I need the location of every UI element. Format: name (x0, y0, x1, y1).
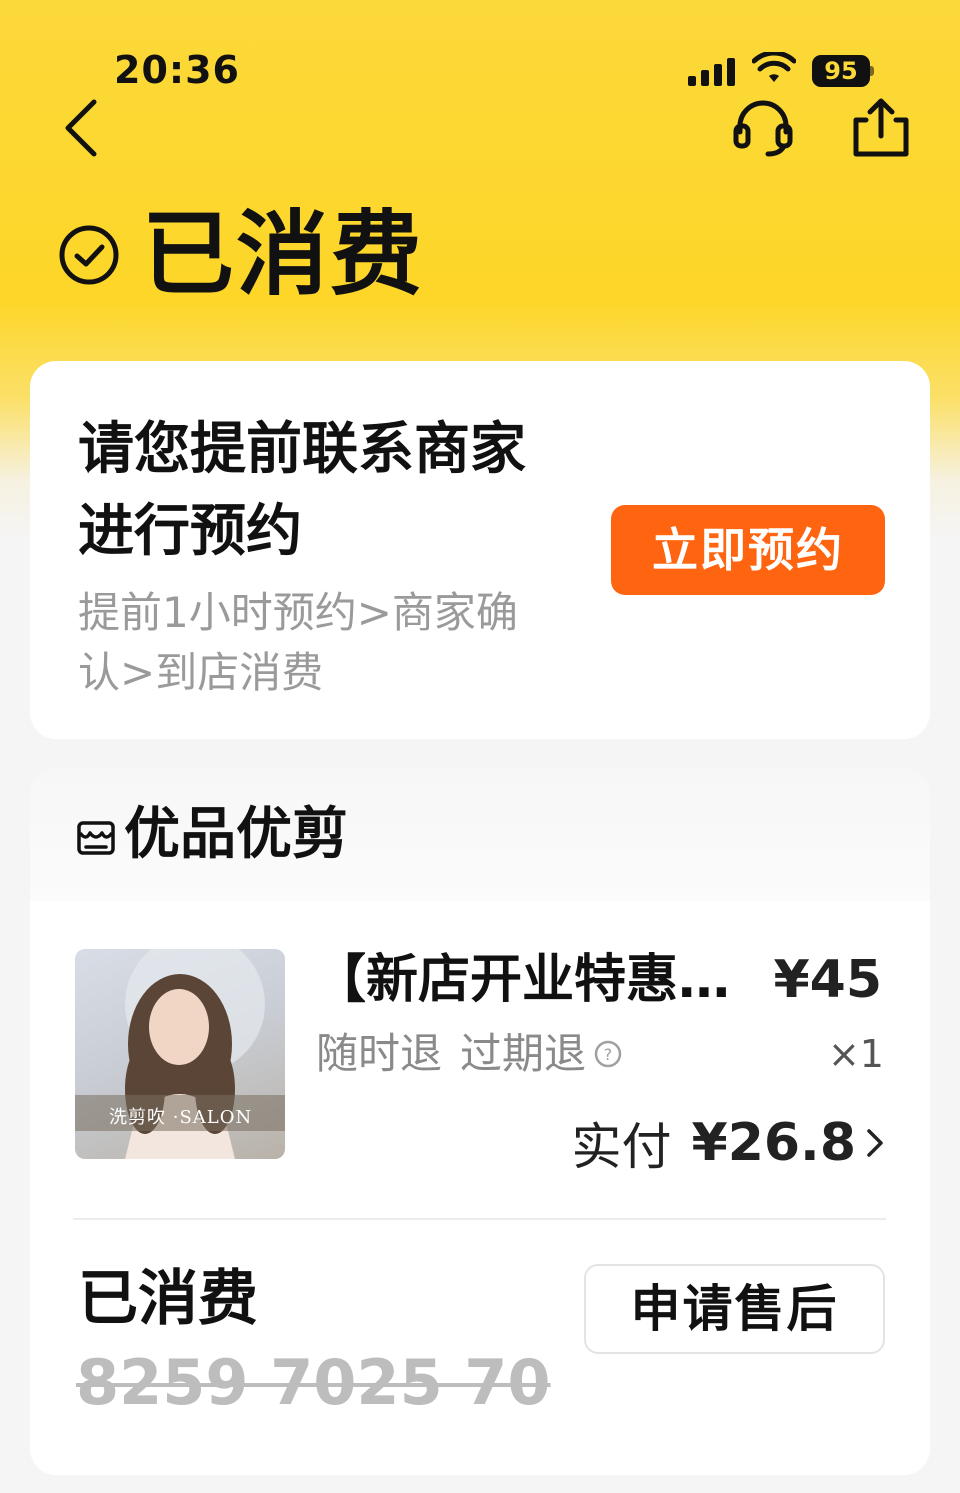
divider (73, 1218, 886, 1220)
refund-anytime: 随时退 (316, 1029, 443, 1078)
book-now-button[interactable]: 立即预约 (611, 505, 885, 595)
status-time: 20:36 (114, 48, 240, 92)
share-icon[interactable] (848, 96, 914, 158)
voucher-code: 8259 7025 70 (76, 1346, 551, 1419)
svg-text:?: ? (604, 1045, 613, 1064)
check-circle-icon (59, 225, 119, 285)
refund-expired: 过期退 (460, 1029, 587, 1078)
battery-level: 95 (812, 55, 870, 87)
order-status-title: 已消费 (142, 201, 425, 308)
signal-icon (688, 56, 738, 86)
after-sale-button[interactable]: 申请售后 (584, 1264, 885, 1354)
product-quantity: ×1 (827, 1032, 884, 1076)
paid-label: 实付 (571, 1118, 672, 1176)
store-name: 优品优剪 (124, 802, 348, 867)
storefront-icon (77, 821, 115, 855)
status-bar: 20:36 95 (0, 0, 960, 100)
product-price: ¥45 (773, 950, 882, 1010)
booking-headline: 请您提前联系商家进行预约 (78, 417, 526, 564)
voucher-status: 已消费 (78, 1264, 258, 1334)
order-card: 优品优剪 洗剪吹 ·SALON 【新店开业特惠… ¥45 随时退 过期退 ? ×… (30, 769, 930, 1475)
paid-amount-row[interactable]: 实付 ¥26.8 (572, 1107, 886, 1179)
booking-steps: 提前1小时预约>商家确认>到店消费 (78, 588, 518, 697)
product-thumbnail[interactable]: 洗剪吹 ·SALON (75, 949, 285, 1159)
booking-card: 请您提前联系商家进行预约 提前1小时预约>商家确认>到店消费 立即预约 (30, 361, 930, 739)
refund-policy: 随时退 过期退 ? (316, 1027, 622, 1081)
paid-value: ¥26.8 (691, 1113, 856, 1173)
battery-icon: 95 (812, 55, 874, 87)
chevron-right-icon (867, 1129, 883, 1157)
thumbnail-caption: 洗剪吹 ·SALON (109, 1107, 253, 1128)
store-header[interactable]: 优品优剪 (30, 769, 930, 901)
wifi-icon (752, 52, 796, 82)
chevron-left-icon[interactable] (56, 96, 112, 160)
order-status-header: 已消费 (58, 200, 424, 310)
product-title[interactable]: 【新店开业特惠… (314, 949, 734, 1011)
question-circle-icon[interactable]: ? (594, 1040, 622, 1068)
headset-icon[interactable] (730, 98, 796, 158)
